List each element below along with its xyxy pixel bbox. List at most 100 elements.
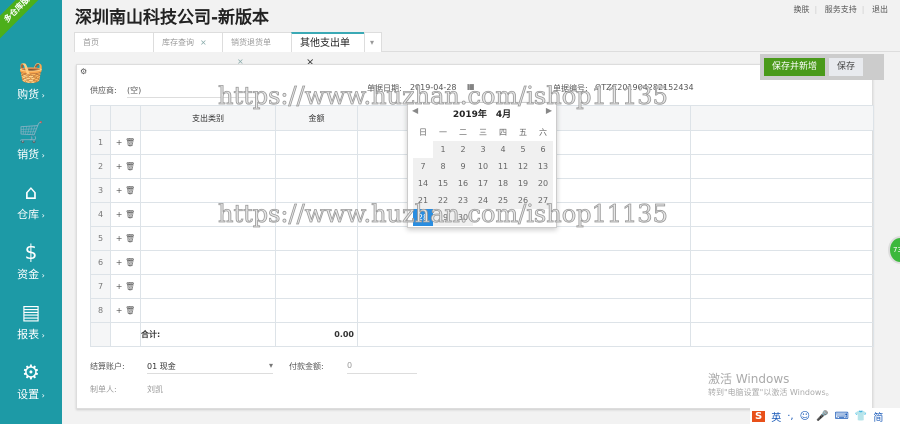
calendar-day[interactable]: 16 <box>453 175 473 192</box>
delete-row-icon[interactable]: 🗑 <box>125 138 135 147</box>
tab-home[interactable]: 首页 <box>74 32 154 52</box>
skin-link[interactable]: 换肤 <box>794 5 810 14</box>
amount-cell[interactable] <box>275 274 358 299</box>
delete-row-icon[interactable]: 🗑 <box>125 282 135 291</box>
calendar-day[interactable]: 11 <box>493 158 513 175</box>
add-row-icon[interactable]: + <box>116 186 123 195</box>
ime-tray-icon[interactable]: 英 <box>771 409 781 424</box>
calendar-day[interactable]: 26 <box>513 192 533 209</box>
calendar-day[interactable]: 14 <box>413 175 433 192</box>
calendar-day[interactable]: 5 <box>513 141 533 158</box>
delete-row-icon[interactable]: 🗑 <box>125 162 135 171</box>
note-cell[interactable] <box>357 298 691 323</box>
ime-tray-icon[interactable]: 🎤 <box>816 411 828 422</box>
date-field[interactable]: 2019-04-28 <box>410 83 457 92</box>
calendar-day[interactable]: 21 <box>413 192 433 209</box>
calendar-day[interactable]: 10 <box>473 158 493 175</box>
calendar-day[interactable]: 18 <box>493 175 513 192</box>
supplier-field[interactable]: (空) <box>127 85 257 98</box>
amount-cell[interactable] <box>275 298 358 323</box>
amount-cell[interactable] <box>275 226 358 251</box>
ime-tray-icon[interactable]: 简 <box>873 409 883 424</box>
amount-cell[interactable] <box>275 202 358 227</box>
calendar-day[interactable]: 30 <box>453 209 473 226</box>
ime-tray-icon[interactable]: ·, <box>787 411 793 422</box>
calendar-day[interactable]: 4 <box>493 141 513 158</box>
sidebar-item-1[interactable]: 🛒 销货 › <box>0 118 62 176</box>
add-row-icon[interactable]: + <box>116 234 123 243</box>
settings-icon[interactable]: ⚙ <box>80 67 87 76</box>
sidebar-item-4[interactable]: ▤ 报表 › <box>0 298 62 356</box>
sidebar-item-3[interactable]: $ 资金 › <box>0 238 62 296</box>
sidebar-item-0[interactable]: 🧺 购货 › <box>0 58 62 116</box>
category-cell[interactable] <box>140 130 276 155</box>
calendar-day[interactable]: 23 <box>453 192 473 209</box>
calendar-day[interactable]: 2 <box>453 141 473 158</box>
amount-cell[interactable] <box>275 130 358 155</box>
calendar-day[interactable]: 22 <box>433 192 453 209</box>
amount-cell[interactable] <box>275 154 358 179</box>
calendar-day[interactable]: 7 <box>413 158 433 175</box>
category-cell[interactable] <box>140 274 276 299</box>
ime-tray-icon[interactable]: ⌨ <box>834 411 848 422</box>
category-cell[interactable] <box>140 178 276 203</box>
floating-badge[interactable]: 73 <box>888 236 900 264</box>
category-cell[interactable] <box>140 298 276 323</box>
amount-cell[interactable] <box>275 250 358 275</box>
calendar-day[interactable]: 24 <box>473 192 493 209</box>
calendar-day[interactable]: 9 <box>453 158 473 175</box>
account-select[interactable]: 01 现金 ▾ <box>147 361 273 374</box>
delete-row-icon[interactable]: 🗑 <box>125 258 135 267</box>
calendar-day[interactable]: 6 <box>533 141 553 158</box>
category-cell[interactable] <box>140 250 276 275</box>
calendar-day[interactable]: 20 <box>533 175 553 192</box>
ime-tray-icon[interactable]: 👕 <box>855 411 867 422</box>
category-cell[interactable] <box>140 154 276 179</box>
ime-tray-icon[interactable]: ☺ <box>800 411 810 422</box>
calendar-day[interactable]: 12 <box>513 158 533 175</box>
calendar-icon[interactable]: ▦ <box>467 82 475 91</box>
tab-inventory[interactable]: 库存查询 × <box>153 32 223 52</box>
delete-row-icon[interactable]: 🗑 <box>125 306 135 315</box>
category-cell[interactable] <box>140 202 276 227</box>
delete-row-icon[interactable]: 🗑 <box>125 210 135 219</box>
tab-sales-return[interactable]: 销货退货单× <box>222 32 292 66</box>
calendar-day[interactable]: 1 <box>433 141 453 158</box>
prev-month-icon[interactable]: ◀ <box>412 106 418 115</box>
delete-row-icon[interactable]: 🗑 <box>125 186 135 195</box>
tab-other-expense[interactable]: 其他支出单× <box>291 32 365 68</box>
add-row-icon[interactable]: + <box>116 282 123 291</box>
delete-row-icon[interactable]: 🗑 <box>125 234 135 243</box>
add-row-icon[interactable]: + <box>116 306 123 315</box>
note-cell[interactable] <box>357 226 691 251</box>
note-cell[interactable] <box>357 274 691 299</box>
calendar-day[interactable]: 3 <box>473 141 493 158</box>
calendar-day[interactable]: 27 <box>533 192 553 209</box>
calendar-day[interactable]: 29 <box>433 209 453 226</box>
add-row-icon[interactable]: + <box>116 138 123 147</box>
logout-link[interactable]: 退出 <box>872 5 888 14</box>
calendar-day[interactable]: 28 <box>413 209 433 226</box>
add-row-icon[interactable]: + <box>116 258 123 267</box>
save-button[interactable]: 保存 <box>829 58 864 76</box>
sidebar-item-5[interactable]: ⚙ 设置 › <box>0 358 62 416</box>
calendar-day[interactable]: 13 <box>533 158 553 175</box>
save-and-new-button[interactable]: 保存并新增 <box>764 58 826 76</box>
category-cell[interactable] <box>140 226 276 251</box>
sidebar-item-2[interactable]: ⌂ 仓库 › <box>0 178 62 236</box>
add-row-icon[interactable]: + <box>116 162 123 171</box>
support-link[interactable]: 服务支持 <box>825 5 857 14</box>
calendar-day[interactable]: 8 <box>433 158 453 175</box>
note-cell[interactable] <box>357 250 691 275</box>
calendar-day[interactable]: 15 <box>433 175 453 192</box>
calendar-day[interactable]: 17 <box>473 175 493 192</box>
add-row-icon[interactable]: + <box>116 210 123 219</box>
amount-cell[interactable] <box>275 178 358 203</box>
tab-dropdown[interactable]: ▾ <box>364 32 382 52</box>
ime-tray-icon[interactable]: S <box>752 410 766 422</box>
pay-amount-field[interactable]: 0 <box>347 361 417 374</box>
next-month-icon[interactable]: ▶ <box>546 106 552 115</box>
close-icon[interactable]: × <box>200 38 207 47</box>
calendar-day[interactable]: 25 <box>493 192 513 209</box>
calendar-day[interactable]: 19 <box>513 175 533 192</box>
